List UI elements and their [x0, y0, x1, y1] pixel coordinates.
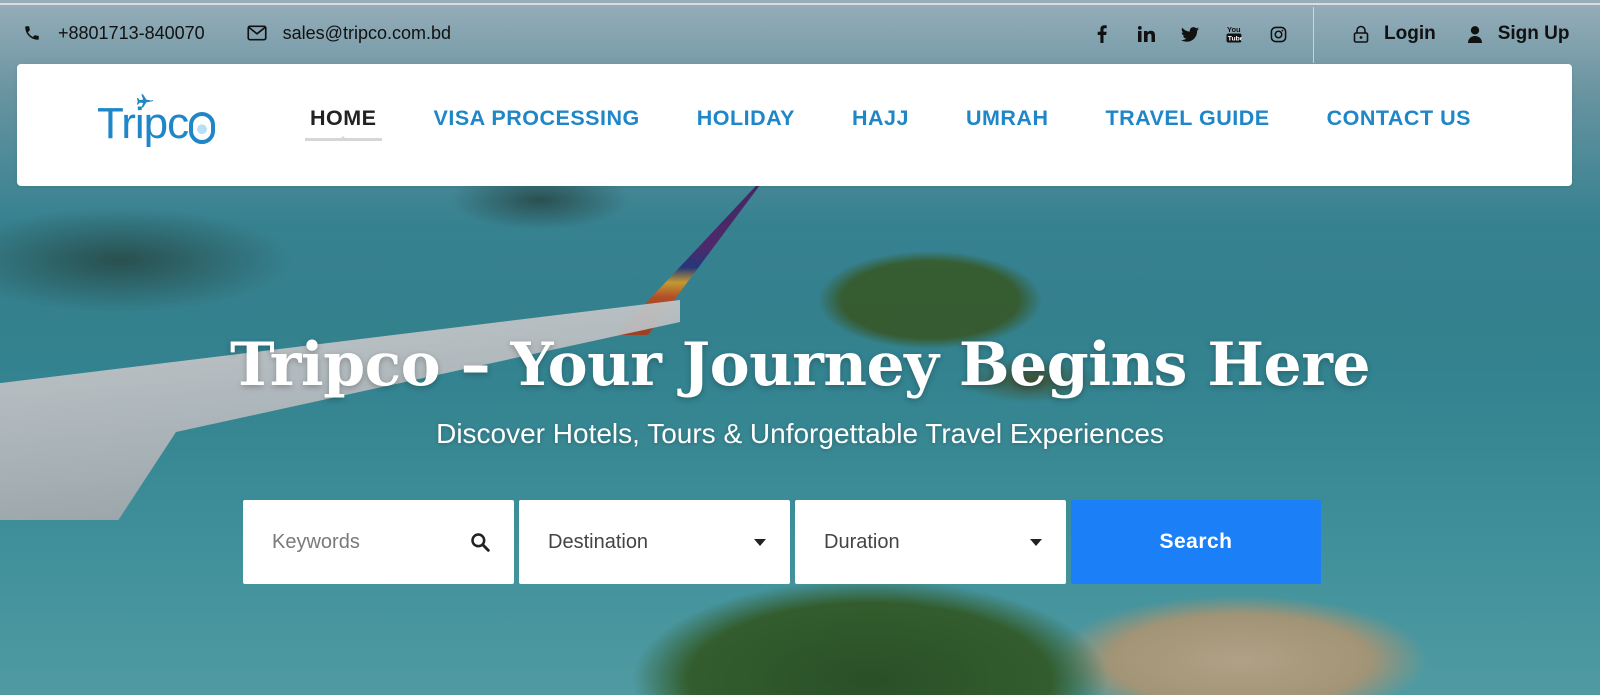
twitter-icon[interactable] — [1168, 22, 1212, 46]
nav-item-hajj[interactable]: HAJJ — [847, 102, 914, 135]
email-contact[interactable]: sales@tripco.com.bd — [247, 23, 451, 44]
nav-item-visa-processing[interactable]: VISA PROCESSING — [429, 102, 645, 135]
login-link[interactable]: Login — [1352, 23, 1436, 45]
svg-text:You: You — [1227, 25, 1241, 34]
keywords-input[interactable]: Keywords — [243, 500, 514, 584]
facebook-icon[interactable] — [1080, 22, 1124, 46]
hero-title: Tripco – Your Journey Begins Here — [230, 330, 1371, 400]
phone-icon — [22, 23, 42, 43]
nav-menu: HOME VISA PROCESSING HOLIDAY HAJJ UMRAH … — [305, 102, 1523, 141]
logo-window-icon — [189, 112, 216, 144]
tour-search-form: Keywords Destination Duration Search — [243, 500, 1321, 584]
nav-item-holiday[interactable]: HOLIDAY — [692, 102, 800, 135]
contact-info: +8801713-840070 sales@tripco.com.bd — [22, 23, 493, 44]
phone-number: +8801713-840070 — [58, 22, 205, 43]
main-navigation-bar: Tripc HOME VISA PROCESSING HOLIDAY HAJJ … — [17, 64, 1572, 186]
signup-label: Sign Up — [1497, 23, 1570, 44]
destination-select[interactable]: Destination — [519, 500, 790, 584]
email-address: sales@tripco.com.bd — [282, 22, 451, 43]
user-icon — [1466, 25, 1484, 43]
search-icon — [470, 532, 490, 552]
tripco-logo[interactable]: Tripc — [97, 94, 216, 154]
auth-links: Login Sign Up — [1352, 5, 1599, 63]
airplane-icon — [137, 94, 153, 108]
keywords-placeholder: Keywords — [272, 530, 360, 553]
svg-text:Tube: Tube — [1228, 36, 1242, 43]
chevron-down-icon — [1030, 538, 1042, 546]
top-bar: +8801713-840070 sales@tripco.com.bd You T… — [0, 3, 1600, 63]
youtube-icon[interactable]: You Tube — [1212, 22, 1256, 46]
phone-contact[interactable]: +8801713-840070 — [22, 23, 205, 44]
login-label: Login — [1384, 23, 1436, 44]
instagram-icon[interactable] — [1256, 22, 1300, 46]
destination-value: Destination — [548, 530, 649, 553]
hero-subtitle: Discover Hotels, Tours & Unforgettable T… — [436, 418, 1164, 449]
nav-item-home[interactable]: HOME — [305, 102, 382, 141]
nav-item-umrah[interactable]: UMRAH — [961, 102, 1054, 135]
linkedin-icon[interactable] — [1124, 22, 1168, 46]
envelope-icon — [247, 23, 267, 43]
social-links: You Tube — [1080, 5, 1300, 63]
duration-select[interactable]: Duration — [795, 500, 1066, 584]
nav-item-contact-us[interactable]: CONTACT US — [1322, 102, 1476, 135]
search-button[interactable]: Search — [1071, 500, 1321, 584]
duration-value: Duration — [824, 530, 900, 553]
signup-link[interactable]: Sign Up — [1466, 23, 1570, 45]
lock-icon — [1352, 25, 1370, 43]
nav-item-travel-guide[interactable]: TRAVEL GUIDE — [1101, 102, 1275, 135]
topbar-divider — [1313, 7, 1314, 63]
chevron-down-icon — [754, 538, 766, 546]
